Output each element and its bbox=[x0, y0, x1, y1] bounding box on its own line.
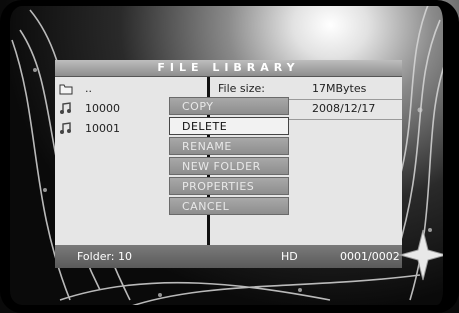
menu-item-delete[interactable]: DELETE bbox=[169, 117, 289, 135]
file-size-value: 17MBytes bbox=[312, 82, 367, 95]
file-library-window: FILE LIBRARY .. 10000 10001 File size: 1… bbox=[55, 60, 402, 268]
title-bar: FILE LIBRARY bbox=[55, 60, 402, 77]
list-item-label: .. bbox=[85, 82, 92, 95]
music-file-icon bbox=[60, 102, 71, 114]
list-item-parent[interactable]: .. bbox=[55, 79, 208, 99]
decorative-sparkle-icon bbox=[398, 229, 448, 281]
status-bar: Folder: 10 HD 0001/0002 bbox=[55, 245, 402, 268]
list-item-label: 10000 bbox=[85, 102, 120, 115]
menu-item-cancel[interactable]: CANCEL bbox=[169, 197, 289, 215]
folder-icon bbox=[59, 84, 73, 95]
file-date-value: 2008/12/17 bbox=[312, 102, 376, 115]
file-size-label: File size: bbox=[218, 82, 265, 95]
window-title: FILE LIBRARY bbox=[157, 61, 300, 74]
music-file-icon bbox=[60, 122, 71, 134]
menu-item-new-folder[interactable]: NEW FOLDER bbox=[169, 157, 289, 175]
menu-item-rename[interactable]: RENAME bbox=[169, 137, 289, 155]
page-counter: 0001/0002 bbox=[340, 250, 400, 263]
folder-status: Folder: 10 bbox=[77, 250, 132, 263]
media-indicator: HD bbox=[281, 250, 298, 263]
tv-screen: FILE LIBRARY .. 10000 10001 File size: 1… bbox=[0, 0, 459, 313]
menu-item-copy[interactable]: COPY bbox=[169, 97, 289, 115]
menu-item-properties[interactable]: PROPERTIES bbox=[169, 177, 289, 195]
list-item-label: 10001 bbox=[85, 122, 120, 135]
